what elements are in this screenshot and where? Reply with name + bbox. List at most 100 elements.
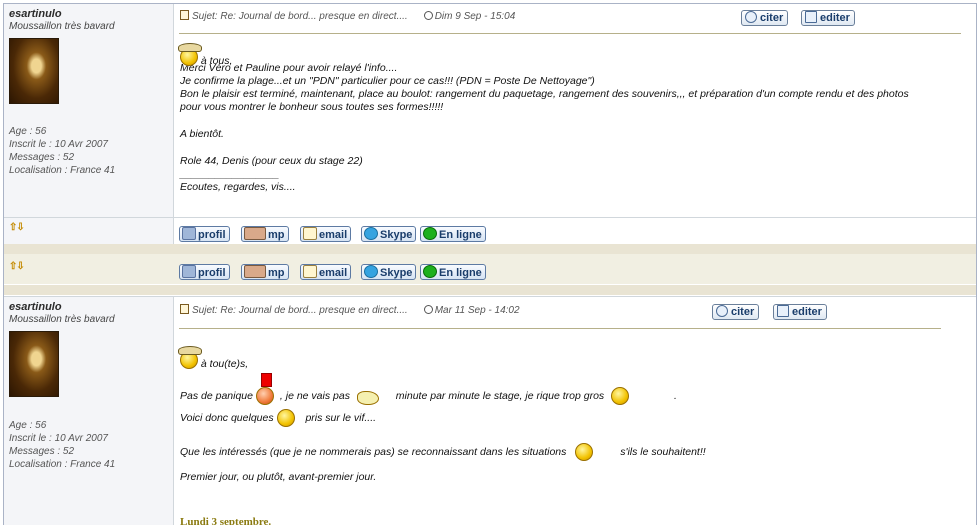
button-label: mp [268, 267, 285, 279]
body-line: A bientôt. [180, 128, 224, 140]
button-label: Skype [380, 267, 413, 279]
post-spacer [4, 244, 976, 254]
post-1-content: Sujet: Re: Journal de bord... presque en… [175, 4, 976, 217]
post-2: esartinulo Moussaillon très bavard Age :… [4, 296, 976, 525]
post-header-separator [179, 328, 941, 329]
post-date: Mar 11 Sep - 14:02 [434, 305, 520, 316]
speech-bubble-icon [745, 11, 757, 23]
body-line: Que les intéressés (que je ne nommerais … [180, 446, 567, 458]
button-label: email [319, 267, 348, 279]
edit-label: editer [820, 12, 850, 24]
quote-label: citer [760, 12, 784, 24]
avatar [9, 38, 59, 104]
post-2-top-footer: ⇧⇩ profil mp email Skype En ligne [4, 254, 976, 284]
profile-button[interactable]: profil [179, 264, 230, 280]
author-messages: Messages : 52 [9, 446, 75, 457]
post-body: à tou(te)s, Pas de panique , je ne vais … [178, 346, 960, 484]
body-line: Bon le plaisir est terminé, maintenant, … [180, 88, 909, 100]
button-label: Skype [380, 229, 413, 241]
quote-button[interactable]: citer [741, 10, 789, 26]
button-label: profil [198, 229, 226, 241]
body-line: à tou(te)s, [200, 358, 249, 370]
smiley-group-icon [575, 443, 617, 461]
avatar [9, 331, 59, 397]
signature-line: Ecoutes, regardes, vis.... [180, 181, 296, 193]
speech-bubble-icon [716, 305, 728, 317]
author-joined: Inscrit le : 10 Avr 2007 [9, 433, 108, 444]
signature-separator: _________________ [180, 168, 280, 180]
post-header-separator [179, 33, 961, 34]
envelope-icon [303, 227, 317, 240]
author-age: Age : 56 [9, 126, 47, 137]
document-icon [180, 10, 189, 20]
viking-smiley-icon [611, 387, 655, 405]
author-name[interactable]: esartinulo [9, 8, 173, 20]
email-button[interactable]: email [300, 264, 352, 280]
forum-thread: esartinulo Moussaillon très bavard Age :… [3, 3, 977, 525]
up-down-arrows-icon[interactable]: ⇧⇩ [9, 261, 25, 272]
online-dot-icon [423, 227, 437, 240]
users-icon [244, 265, 266, 278]
document-icon [180, 304, 189, 314]
author-joined: Inscrit le : 10 Avr 2007 [9, 139, 108, 150]
body-line: Pas de panique [180, 390, 253, 402]
post-body: à tous, Merci Véro et Pauline pour avoir… [178, 43, 909, 194]
online-status-button[interactable]: En ligne [420, 264, 486, 280]
body-line: Premier jour, ou plutôt, avant-premier j… [180, 471, 377, 483]
post-subject[interactable]: Sujet: Re: Journal de bord... presque en… [192, 305, 408, 316]
author-meta: Age : 56 Inscrit le : 10 Avr 2007 Messag… [9, 419, 115, 471]
post-1-footer: ⇧⇩ profil mp email Skype En ligne [4, 217, 976, 244]
author-meta: Age : 56 Inscrit le : 10 Avr 2007 Messag… [9, 125, 115, 177]
author-rank: Moussaillon très bavard [9, 314, 115, 325]
post-subject[interactable]: Sujet: Re: Journal de bord... presque en… [192, 11, 408, 22]
quote-button[interactable]: citer [712, 304, 760, 320]
post-2-author-panel: esartinulo Moussaillon très bavard Age :… [4, 297, 174, 525]
skype-icon [364, 227, 378, 240]
skype-button[interactable]: Skype [361, 264, 417, 280]
edit-button[interactable]: editer [773, 304, 827, 320]
post-header: Sujet: Re: Journal de bord... presque en… [180, 304, 520, 316]
private-message-button[interactable]: mp [241, 226, 289, 242]
body-line: Voici donc quelques [180, 412, 274, 424]
skype-button[interactable]: Skype [361, 226, 417, 242]
author-name[interactable]: esartinulo [9, 301, 173, 313]
body-line: , je ne vais pas [279, 390, 350, 402]
private-message-button[interactable]: mp [241, 264, 289, 280]
post-spacer [4, 285, 976, 295]
post-header: Sujet: Re: Journal de bord... presque en… [180, 10, 515, 22]
user-icon [182, 227, 196, 240]
smiley-hat-icon [178, 43, 202, 66]
skype-icon [364, 265, 378, 278]
referee-card-smiley-icon [255, 373, 280, 405]
clock-icon [423, 305, 433, 314]
button-label: mp [268, 229, 285, 241]
up-down-arrows-icon[interactable]: ⇧⇩ [9, 222, 25, 233]
clock-icon [423, 11, 433, 20]
signature-line: Role 44, Denis (pour ceux du stage 22) [180, 155, 363, 167]
profile-button[interactable]: profil [179, 226, 230, 242]
author-location: Localisation : France 41 [9, 165, 116, 176]
post-date: Dim 9 Sep - 15:04 [434, 11, 516, 22]
day-heading: Lundi 3 septembre. [180, 516, 272, 525]
button-label: email [319, 229, 348, 241]
pencil-icon [805, 11, 817, 23]
body-line: pour vous montrer le bonheur sous toutes… [180, 101, 444, 113]
author-messages: Messages : 52 [9, 152, 75, 163]
online-status-button[interactable]: En ligne [420, 226, 486, 242]
edit-label: editer [792, 306, 822, 318]
author-rank: Moussaillon très bavard [9, 21, 115, 32]
edit-button[interactable]: editer [801, 10, 855, 26]
smiley-hat-icon [178, 346, 202, 369]
user-icon [182, 265, 196, 278]
post-2-content: Sujet: Re: Journal de bord... presque en… [175, 297, 976, 525]
bird-feather-smiley-icon [356, 391, 393, 407]
post-1: esartinulo Moussaillon très bavard Age :… [4, 4, 976, 217]
quote-label: citer [731, 306, 755, 318]
body-line: pris sur le vif.... [305, 412, 377, 424]
author-location: Localisation : France 41 [9, 459, 116, 470]
body-line: Merci Véro et Pauline pour avoir relayé … [180, 62, 398, 74]
users-icon [244, 227, 266, 240]
button-label: En ligne [439, 229, 482, 241]
email-button[interactable]: email [300, 226, 352, 242]
online-dot-icon [423, 265, 437, 278]
